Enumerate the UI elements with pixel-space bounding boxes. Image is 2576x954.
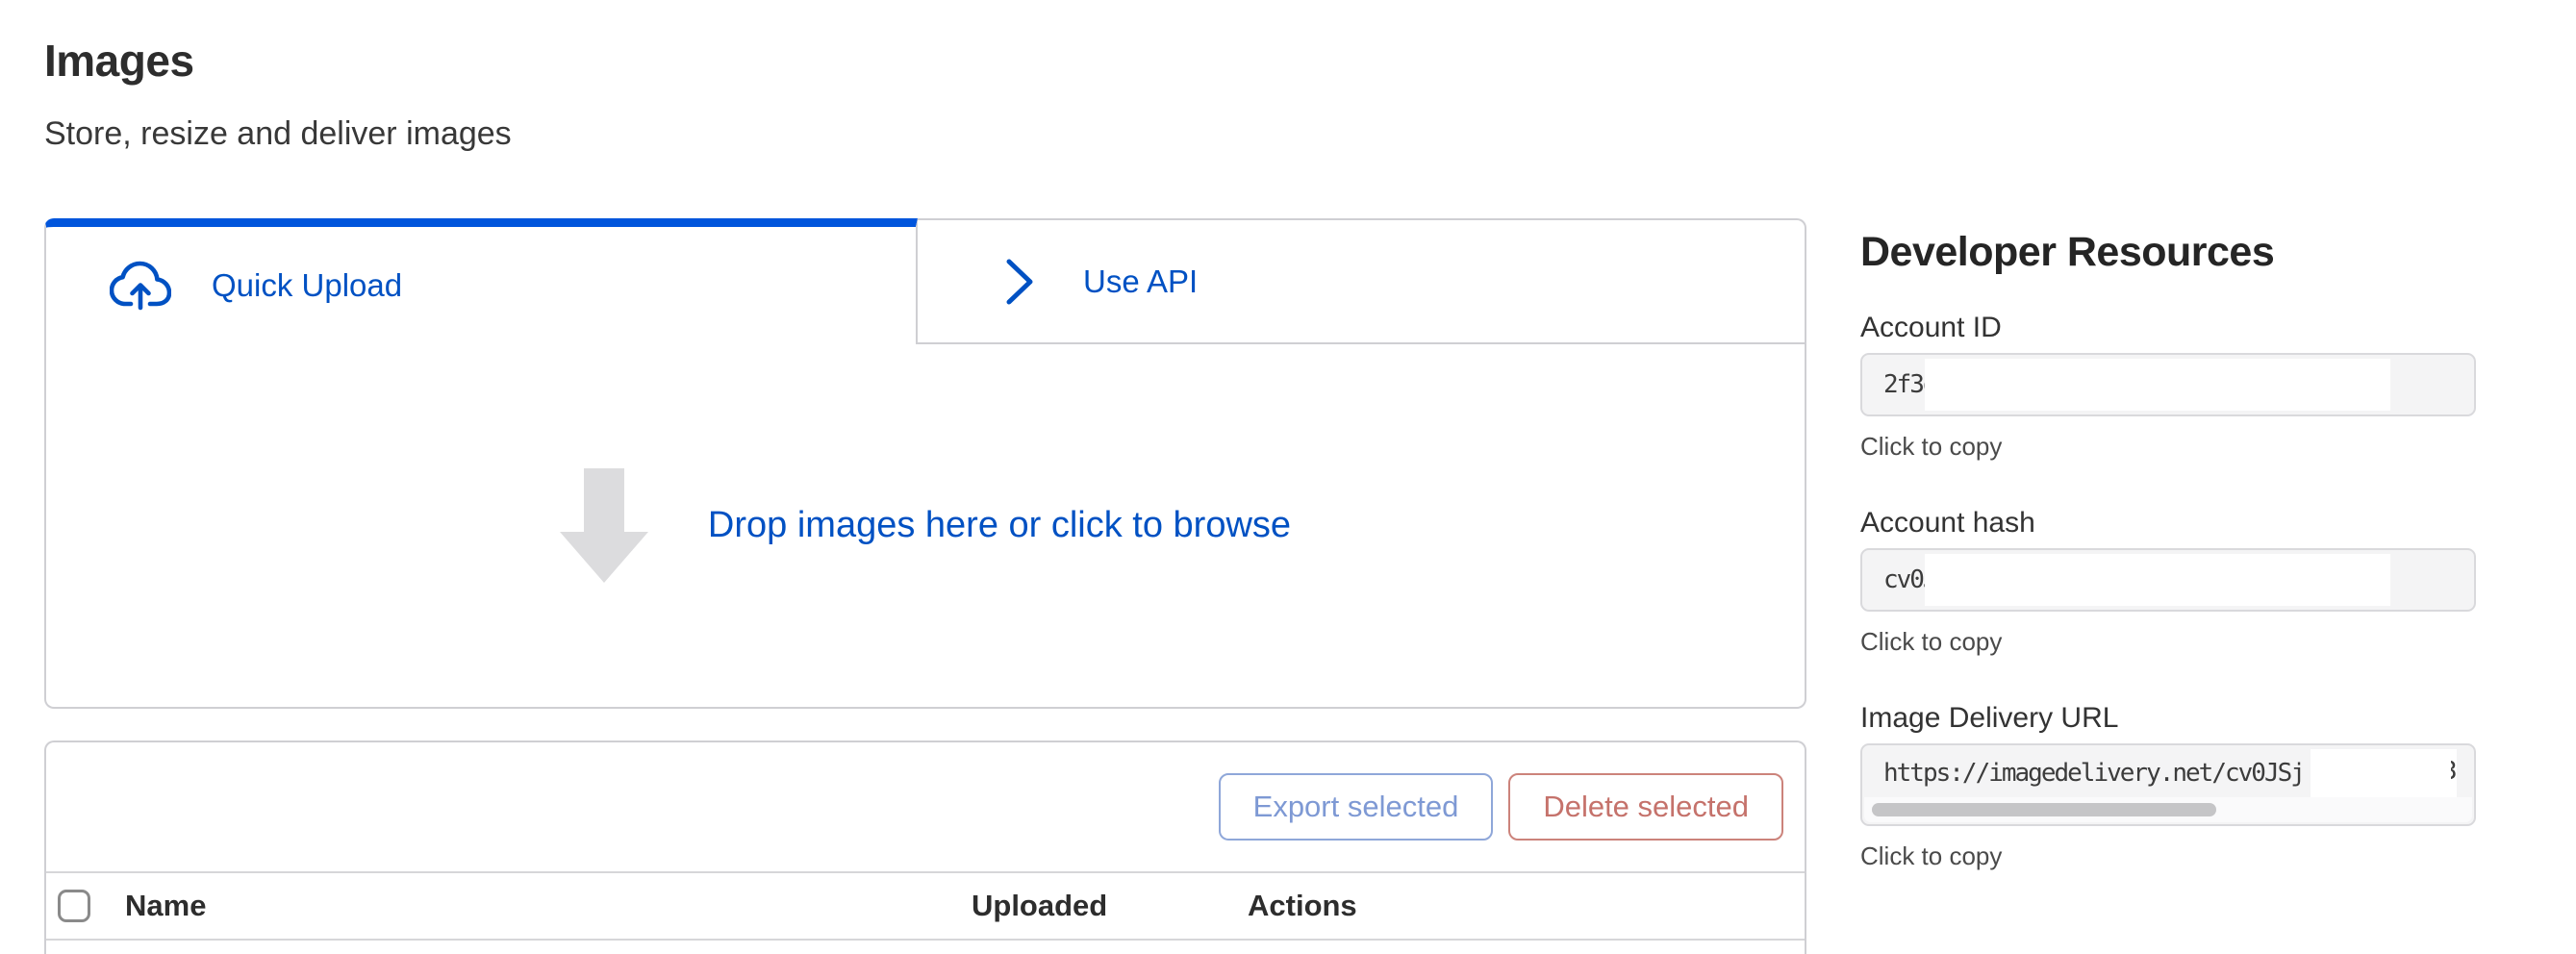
image-delivery-url-partial-char: 3 [2451,757,2463,793]
account-id-field[interactable]: 2f3d [1860,353,2476,416]
table-toolbar: Export selected Delete selected [46,742,1805,873]
tab-use-api-label: Use API [1083,264,1198,300]
export-selected-button[interactable]: Export selected [1219,773,1494,841]
developer-resources-title: Developer Resources [1860,229,2476,276]
column-header-uploaded: Uploaded [972,889,1248,923]
down-arrow-icon [560,468,648,584]
account-hash-copy-hint: Click to copy [1860,627,2476,657]
image-delivery-url-value: https://imagedelivery.net/cv0JSj [1883,759,2304,788]
tab-quick-upload-label: Quick Upload [212,267,402,304]
account-id-copy-hint: Click to copy [1860,432,2476,462]
drop-zone-label: Drop images here or click to browse [708,505,1291,546]
image-delivery-url-section: Image Delivery URL https://imagedelivery… [1860,701,2476,871]
select-all-checkbox[interactable] [58,890,90,922]
tab-use-api[interactable]: Use API [918,218,1806,344]
account-hash-section: Account hash cv0J Click to copy [1860,506,2476,657]
developer-resources-panel: Developer Resources Account ID 2f3d Clic… [1860,229,2476,916]
account-id-section: Account ID 2f3d Click to copy [1860,311,2476,462]
account-id-label: Account ID [1860,311,2476,345]
account-hash-redaction [1925,554,2390,606]
image-delivery-url-field[interactable]: https://imagedelivery.net/cv0JSj 3 [1860,743,2476,826]
column-header-name: Name [125,889,972,923]
cloud-upload-icon [110,261,171,311]
image-delivery-url-redaction [2311,749,2457,799]
account-hash-field[interactable]: cv0J [1860,548,2476,612]
image-drop-zone[interactable]: Drop images here or click to browse [44,344,1806,709]
image-delivery-url-copy-hint: Click to copy [1860,841,2476,871]
image-delivery-url-label: Image Delivery URL [1860,701,2476,736]
upload-card: Quick Upload Use API Drop images here or… [44,218,1806,709]
account-hash-label: Account hash [1860,506,2476,540]
images-table-card: Export selected Delete selected Name Upl… [44,741,1806,954]
page-title: Images [44,35,194,87]
column-header-actions: Actions [1248,889,1805,923]
delete-selected-button[interactable]: Delete selected [1508,773,1783,841]
upload-tabs: Quick Upload Use API [44,218,1806,344]
images-page: Images Store, resize and deliver images … [0,0,2576,954]
chevron-right-icon [1000,255,1039,309]
url-horizontal-scrollbar [1864,797,2472,822]
page-subtitle: Store, resize and deliver images [44,115,512,153]
table-header-row: Name Uploaded Actions [46,873,1805,941]
tab-quick-upload[interactable]: Quick Upload [44,218,918,344]
account-id-redaction [1925,359,2390,411]
url-scrollbar-thumb[interactable] [1872,803,2216,816]
